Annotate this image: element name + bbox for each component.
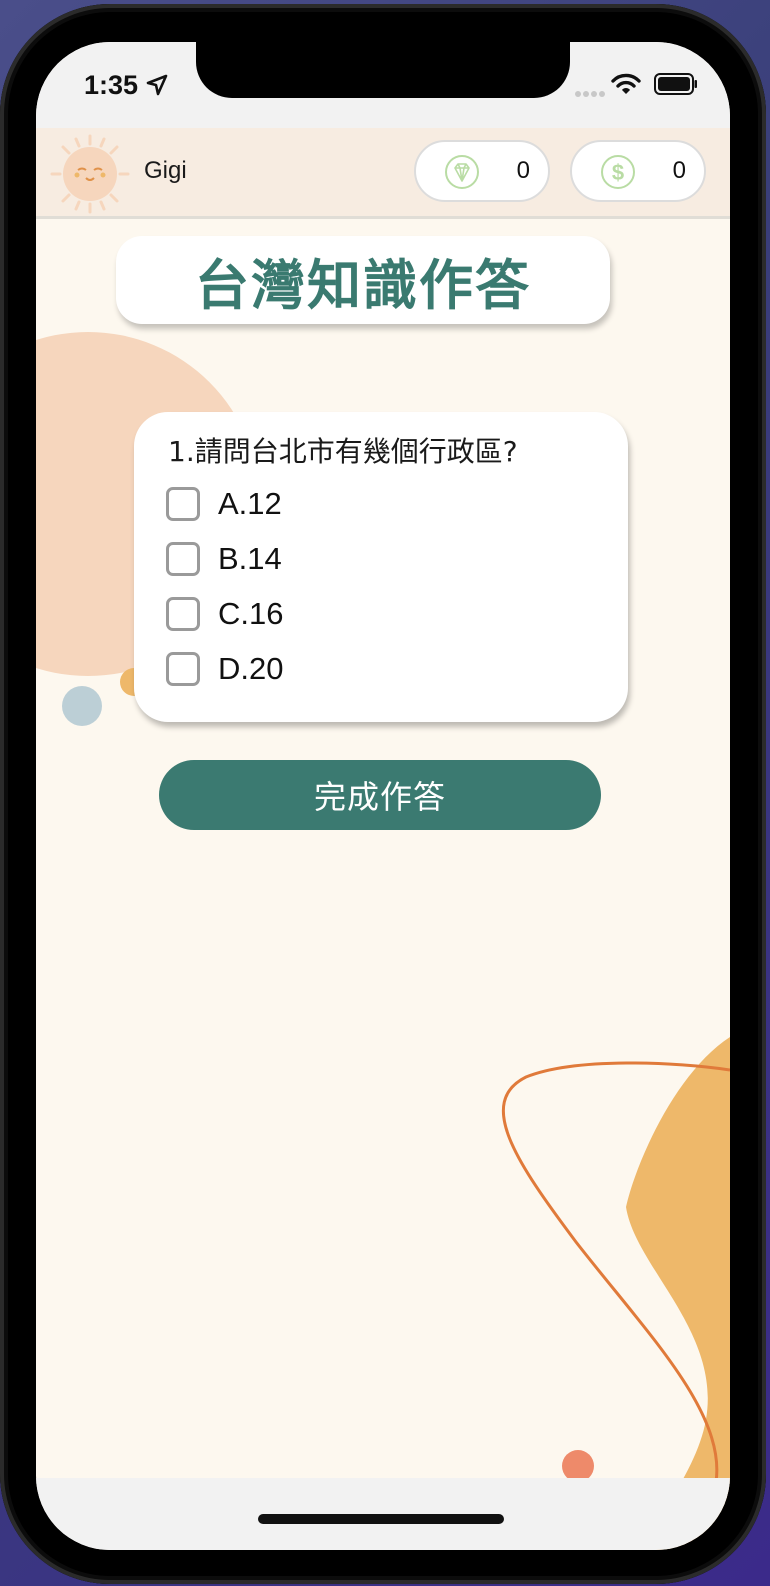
quiz-title-card: 台灣知識作答 xyxy=(116,236,610,324)
option-b[interactable]: B.14 xyxy=(166,537,282,581)
option-d[interactable]: D.20 xyxy=(166,647,283,691)
option-c-label: C.16 xyxy=(218,596,284,631)
quiz-title: 台灣知識作答 xyxy=(195,253,531,317)
svg-text:$: $ xyxy=(612,160,624,185)
app-screen: 1:35 Gigi 0 $ 0 台灣知識作答 1.請問台北市有幾個行政區? A.… xyxy=(36,42,730,1550)
cellular-signal-icon xyxy=(575,91,605,97)
location-arrow-icon xyxy=(146,74,168,96)
diamond-balance-pill[interactable]: 0 xyxy=(414,140,550,202)
question-text: 1.請問台北市有幾個行政區? xyxy=(168,435,518,468)
option-a-label: A.12 xyxy=(218,486,282,521)
phone-frame: 1:35 Gigi 0 $ 0 台灣知識作答 1.請問台北市有幾個行政區? A.… xyxy=(0,4,766,1584)
battery-icon xyxy=(654,73,697,95)
question-card: 1.請問台北市有幾個行政區? A.12 B.14 C.16 D.20 xyxy=(134,412,628,722)
home-indicator[interactable] xyxy=(258,1514,504,1524)
bottom-bar xyxy=(36,1478,730,1550)
wifi-icon xyxy=(611,73,641,94)
option-a[interactable]: A.12 xyxy=(166,482,282,526)
diamond-icon xyxy=(445,155,479,189)
diamond-count: 0 xyxy=(516,157,530,184)
deco-orange-blob xyxy=(626,1037,730,1550)
deco-blue-dot xyxy=(62,686,102,726)
option-b-label: B.14 xyxy=(218,541,282,576)
option-c-checkbox[interactable] xyxy=(166,597,200,631)
option-d-checkbox[interactable] xyxy=(166,652,200,686)
sun-avatar-icon[interactable] xyxy=(50,134,130,214)
status-time: 1:35 xyxy=(84,70,139,100)
coin-count: 0 xyxy=(672,157,686,184)
dollar-coin-icon: $ xyxy=(601,155,635,189)
coin-balance-pill[interactable]: $ 0 xyxy=(570,140,706,202)
option-d-label: D.20 xyxy=(218,651,284,686)
app-header: Gigi 0 $ 0 xyxy=(36,128,730,219)
option-c[interactable]: C.16 xyxy=(166,592,283,636)
submit-answer-button[interactable]: 完成作答 xyxy=(159,760,601,830)
option-a-checkbox[interactable] xyxy=(166,487,200,521)
username-label: Gigi xyxy=(144,157,187,184)
submit-answer-label: 完成作答 xyxy=(313,778,446,816)
device-notch xyxy=(196,42,570,98)
option-b-checkbox[interactable] xyxy=(166,542,200,576)
